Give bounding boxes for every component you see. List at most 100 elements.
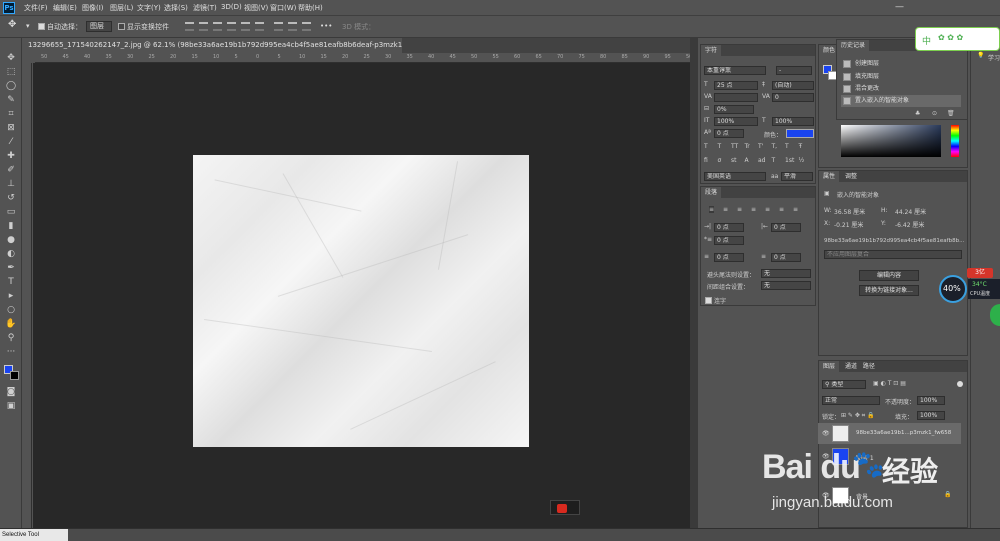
opentype-feature-button[interactable]: ½ bbox=[799, 157, 805, 164]
layer-comp-select[interactable]: 不应用图层复合 bbox=[824, 250, 962, 259]
tool-preset-dropdown[interactable]: ▾ bbox=[26, 22, 30, 30]
typeface-style-button[interactable]: Ŧ bbox=[799, 143, 803, 150]
font-style-select[interactable]: - bbox=[776, 66, 812, 75]
opentype-feature-button[interactable]: 1st bbox=[785, 157, 794, 164]
history-panel-title[interactable]: 历史记录 bbox=[837, 40, 870, 51]
align-right-icon[interactable] bbox=[255, 22, 264, 31]
vertical-ruler[interactable] bbox=[22, 63, 32, 528]
menu-window[interactable]: 窗口(W) bbox=[270, 3, 296, 13]
indent-right-input[interactable]: 0 点 bbox=[771, 223, 801, 232]
history-item[interactable]: 创建图层 bbox=[841, 58, 961, 70]
document-image[interactable] bbox=[193, 155, 529, 447]
history-brush-tool-icon[interactable]: ↺ bbox=[5, 192, 17, 204]
align-left-icon[interactable] bbox=[227, 22, 236, 31]
opacity-input[interactable]: 100% bbox=[917, 396, 945, 405]
filter-toggle[interactable] bbox=[957, 381, 963, 387]
frame-tool-icon[interactable]: ⊠ bbox=[5, 122, 17, 134]
tab-adjustments[interactable]: 调整 bbox=[845, 173, 857, 180]
distribute-top-icon[interactable] bbox=[274, 22, 283, 31]
clone-stamp-tool-icon[interactable]: ⊥ bbox=[5, 178, 17, 190]
menu-type[interactable]: 文字(Y) bbox=[137, 3, 161, 13]
more-options-icon[interactable]: ••• bbox=[320, 22, 332, 30]
move-tool-icon[interactable]: ✥ bbox=[5, 52, 17, 64]
floating-widget[interactable] bbox=[550, 500, 580, 515]
menu-3d[interactable]: 3D(D) bbox=[221, 3, 242, 11]
typeface-style-button[interactable]: Tr bbox=[745, 143, 750, 150]
learn-label[interactable]: 学习 bbox=[988, 53, 1000, 62]
ellipse-tool-icon[interactable]: ○ bbox=[5, 304, 17, 316]
paragraph-align-icon[interactable]: ≡ bbox=[709, 206, 715, 213]
kerning-input[interactable] bbox=[714, 93, 758, 102]
width-value[interactable]: 36.58 厘米 bbox=[834, 207, 865, 216]
opentype-feature-button[interactable]: st bbox=[731, 157, 736, 164]
layer-filter-icons[interactable]: ▣ ◐ T ⊡ ▤ bbox=[873, 380, 906, 387]
hue-slider[interactable] bbox=[951, 125, 959, 157]
menu-select[interactable]: 选择(S) bbox=[164, 3, 188, 13]
typeface-style-button[interactable]: T bbox=[718, 143, 722, 150]
align-vcenter-icon[interactable] bbox=[199, 22, 208, 31]
dodge-tool-icon[interactable]: ◐ bbox=[5, 248, 17, 260]
ruler-origin[interactable] bbox=[22, 53, 35, 63]
ime-toolbar[interactable]: 中 ✿ ✿ ✿ bbox=[915, 27, 1000, 51]
paragraph-panel-title[interactable]: 段落 bbox=[701, 187, 722, 198]
history-item[interactable]: 混合更改 bbox=[841, 83, 961, 95]
distribute-center-icon[interactable] bbox=[288, 22, 297, 31]
crop-tool-icon[interactable]: ⌗ bbox=[5, 108, 17, 120]
typeface-style-button[interactable]: T, bbox=[772, 143, 778, 150]
camera-icon[interactable]: ⊙ bbox=[932, 110, 937, 117]
opentype-feature-button[interactable]: A bbox=[745, 157, 749, 164]
baseline-shift-input[interactable]: 0 点 bbox=[714, 129, 744, 138]
screen-mode-icon[interactable]: ▣ bbox=[5, 400, 17, 412]
space-before-input[interactable]: 0 点 bbox=[714, 253, 744, 262]
font-size-input[interactable]: 25 点 bbox=[714, 81, 758, 90]
distribute-bottom-icon[interactable] bbox=[302, 22, 311, 31]
menu-view[interactable]: 视图(V) bbox=[244, 3, 268, 13]
horizontal-ruler[interactable]: 50 45 40 35 30 25 20 15 10 5 0 5 10 15 20 25 30 35 40 45 50 5… bbox=[35, 53, 692, 63]
height-value[interactable]: 44.24 厘米 bbox=[895, 207, 926, 216]
healing-brush-tool-icon[interactable]: ✚ bbox=[5, 150, 17, 162]
indent-left-input[interactable]: 0 点 bbox=[714, 223, 744, 232]
character-panel-title[interactable]: 字符 bbox=[701, 45, 722, 56]
quick-select-tool-icon[interactable]: ✎ bbox=[5, 94, 17, 106]
horizontal-scale-input[interactable]: 100% bbox=[772, 117, 814, 126]
canvas-vertical-scrollbar[interactable] bbox=[690, 38, 698, 528]
eraser-tool-icon[interactable]: ▭ bbox=[5, 206, 17, 218]
background-color-swatch[interactable] bbox=[10, 371, 19, 380]
kinsoku-select[interactable]: 无 bbox=[761, 269, 811, 278]
font-family-select[interactable]: 本重谆熏 bbox=[704, 66, 766, 75]
typeface-style-button[interactable]: T' bbox=[758, 143, 763, 150]
layer-filter-select[interactable]: ⚲ 类型 bbox=[822, 380, 866, 389]
mojikumi-select[interactable]: 无 bbox=[761, 281, 811, 290]
menu-filter[interactable]: 滤镜(T) bbox=[193, 3, 217, 13]
history-item[interactable]: 填充图层 bbox=[841, 71, 961, 83]
tab-paths[interactable]: 路径 bbox=[863, 363, 875, 370]
cpu-usage-gauge[interactable]: 40% bbox=[939, 275, 967, 303]
layer-row-selected[interactable]: 👁 98be33a6ae19b1...p3mzk1_fw658 bbox=[818, 423, 961, 444]
menu-file[interactable]: 文件(F) bbox=[24, 3, 48, 13]
align-top-icon[interactable] bbox=[185, 22, 194, 31]
language-select[interactable]: 美国英语 bbox=[704, 172, 766, 181]
layer-row[interactable]: 👁 图层 1 bbox=[818, 446, 961, 467]
menu-edit[interactable]: 编辑(E) bbox=[53, 3, 77, 13]
fill-input[interactable]: 100% bbox=[917, 411, 945, 420]
typeface-style-button[interactable]: TT bbox=[731, 143, 738, 150]
menu-layer[interactable]: 图层(L) bbox=[110, 3, 133, 13]
new-snapshot-icon[interactable]: ♣ bbox=[915, 110, 920, 117]
menu-help[interactable]: 帮助(H) bbox=[298, 3, 323, 13]
hand-tool-icon[interactable]: ✋ bbox=[5, 318, 17, 330]
opentype-feature-button[interactable]: fi bbox=[704, 157, 708, 164]
align-bottom-icon[interactable] bbox=[213, 22, 222, 31]
align-hcenter-icon[interactable] bbox=[241, 22, 250, 31]
y-value[interactable]: -6.42 厘米 bbox=[895, 220, 924, 229]
visibility-eye-icon[interactable]: 👁 bbox=[822, 453, 830, 460]
space-after-input[interactable]: 0 点 bbox=[771, 253, 801, 262]
paragraph-align-icon[interactable]: ≡ bbox=[793, 206, 798, 213]
lasso-tool-icon[interactable]: ◯ bbox=[5, 80, 17, 92]
brush-tool-icon[interactable]: ✐ bbox=[5, 164, 17, 176]
tsume-input[interactable]: 0% bbox=[714, 105, 754, 114]
layer-row[interactable]: 👁 背景 🔒 bbox=[818, 485, 961, 506]
convert-to-linked-button[interactable]: 转换为链接对象... bbox=[859, 285, 919, 296]
paragraph-align-icon[interactable]: ≡ bbox=[779, 206, 784, 213]
menu-image[interactable]: 图像(I) bbox=[82, 3, 104, 13]
trash-icon[interactable]: 🗑 bbox=[947, 110, 955, 117]
